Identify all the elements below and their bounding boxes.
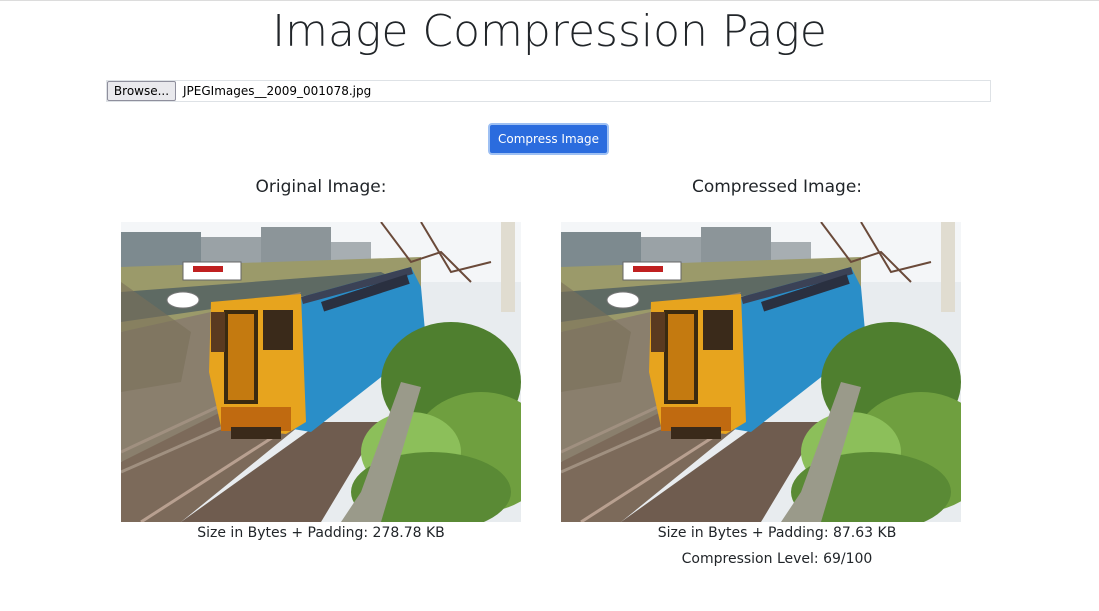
selected-file-name: JPEGImages__2009_001078.jpg	[183, 84, 372, 98]
browse-button[interactable]: Browse...	[107, 81, 176, 101]
original-image	[121, 222, 521, 522]
top-border	[0, 0, 1099, 1]
compress-image-button[interactable]: Compress Image	[488, 123, 609, 155]
compressed-image-heading: Compressed Image:	[691, 177, 863, 197]
compression-level-text: Compression Level: 69/100	[681, 551, 873, 567]
page-title: Image Compression Page	[272, 6, 827, 57]
compressed-size-text: Size in Bytes + Padding: 87.63 KB	[657, 525, 897, 541]
original-size-text: Size in Bytes + Padding: 278.78 KB	[197, 525, 445, 541]
original-image-heading: Original Image:	[255, 177, 387, 197]
file-input[interactable]: Browse... JPEGImages__2009_001078.jpg	[106, 80, 991, 102]
compressed-image	[561, 222, 961, 522]
